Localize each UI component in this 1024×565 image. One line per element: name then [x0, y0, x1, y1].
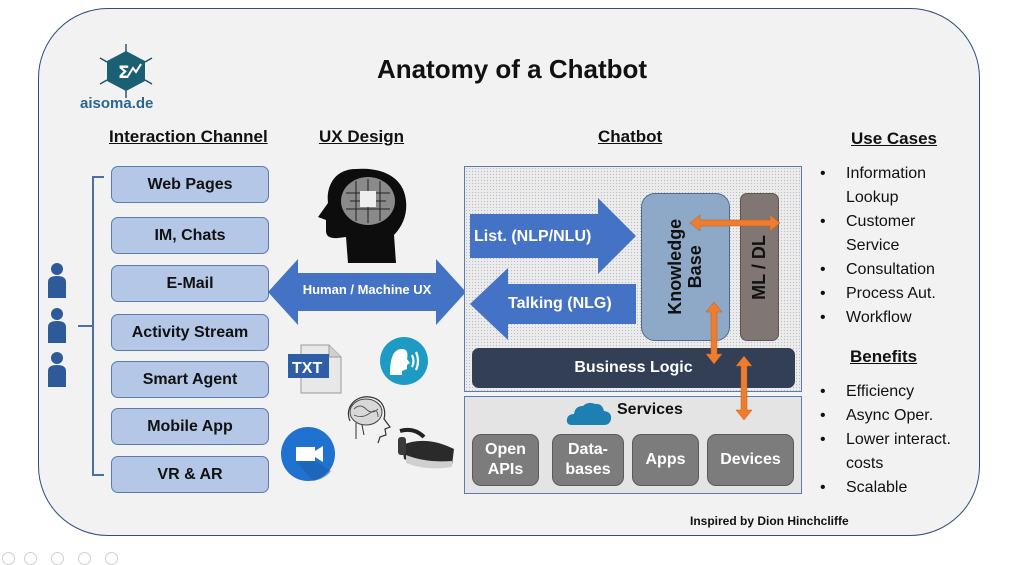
service-apps: Apps [632, 434, 699, 486]
page-title: Anatomy of a Chatbot [376, 54, 648, 84]
service-databases: Data-bases [552, 434, 624, 486]
use-case-item: Customer Service [820, 210, 970, 258]
talk-arrow-label: Talking (NLG) [508, 295, 612, 312]
benefit-item: Async Oper. [820, 404, 980, 428]
service-open-apis: Open APIs [472, 434, 539, 486]
txt-file-icon: TXT [288, 344, 342, 394]
use-case-item: Workflow [820, 306, 970, 330]
channel-im-chats: IM, Chats [111, 217, 269, 254]
service-devices: Devices [707, 434, 794, 486]
heading-chatbot: Chatbot [598, 127, 663, 146]
services-title: Services [617, 401, 683, 418]
benefits-list: Efficiency Async Oper. Lower interact. c… [820, 380, 980, 500]
benefit-item: Lower interact. costs [820, 428, 980, 476]
ml-dl-label: ML / DL [749, 234, 770, 300]
channel-vr-ar: VR & AR [111, 456, 269, 493]
channel-bracket-tick [78, 325, 94, 327]
heading-interaction-channel: Interaction Channel [109, 127, 268, 146]
kb-business-orange-arrow [705, 302, 723, 364]
benefit-item: Scalable [820, 476, 980, 500]
vr-headset-icon [398, 427, 454, 469]
channel-email: E-Mail [111, 265, 269, 302]
use-cases-list: Information Lookup Customer Service Cons… [820, 162, 970, 330]
benefit-item: Efficiency [820, 380, 980, 404]
credit-text: Inspired by Dion Hinchcliffe [690, 514, 849, 528]
listen-arrow-label: List. (NLP/NLU) [474, 228, 592, 245]
use-case-item: Information Lookup [820, 162, 970, 210]
cloud-icon [566, 402, 612, 425]
channel-mobile-app: Mobile App [111, 408, 269, 445]
kb-ml-orange-arrow [690, 214, 780, 232]
business-devices-orange-arrow [735, 356, 753, 420]
person-icon [48, 352, 66, 387]
svg-text:TXT: TXT [292, 360, 322, 377]
channel-activity-stream: Activity Stream [111, 314, 269, 351]
brain-head-icon [347, 396, 391, 444]
circuit-head-icon [318, 168, 407, 263]
copy-icon[interactable] [51, 552, 64, 565]
person-icon [48, 263, 66, 298]
play-icon[interactable] [2, 552, 15, 565]
channel-smart-agent: Smart Agent [111, 361, 269, 398]
zoom-icon[interactable] [78, 552, 91, 565]
person-icon [48, 308, 66, 343]
more-icon[interactable] [105, 552, 118, 565]
channel-web-pages: Web Pages [111, 166, 269, 203]
video-camera-icon [281, 427, 335, 481]
use-case-item: Consultation [820, 258, 970, 282]
use-case-item: Process Aut. [820, 282, 970, 306]
logo-text: aisoma.de [80, 95, 154, 112]
edit-icon[interactable] [24, 552, 37, 565]
heading-benefits: Benefits [850, 347, 918, 366]
heading-ux-design: UX Design [319, 127, 405, 146]
human-machine-ux-label: Human / Machine UX [302, 282, 432, 297]
heading-use-cases: Use Cases [851, 129, 938, 148]
voice-speaking-icon [380, 337, 428, 385]
